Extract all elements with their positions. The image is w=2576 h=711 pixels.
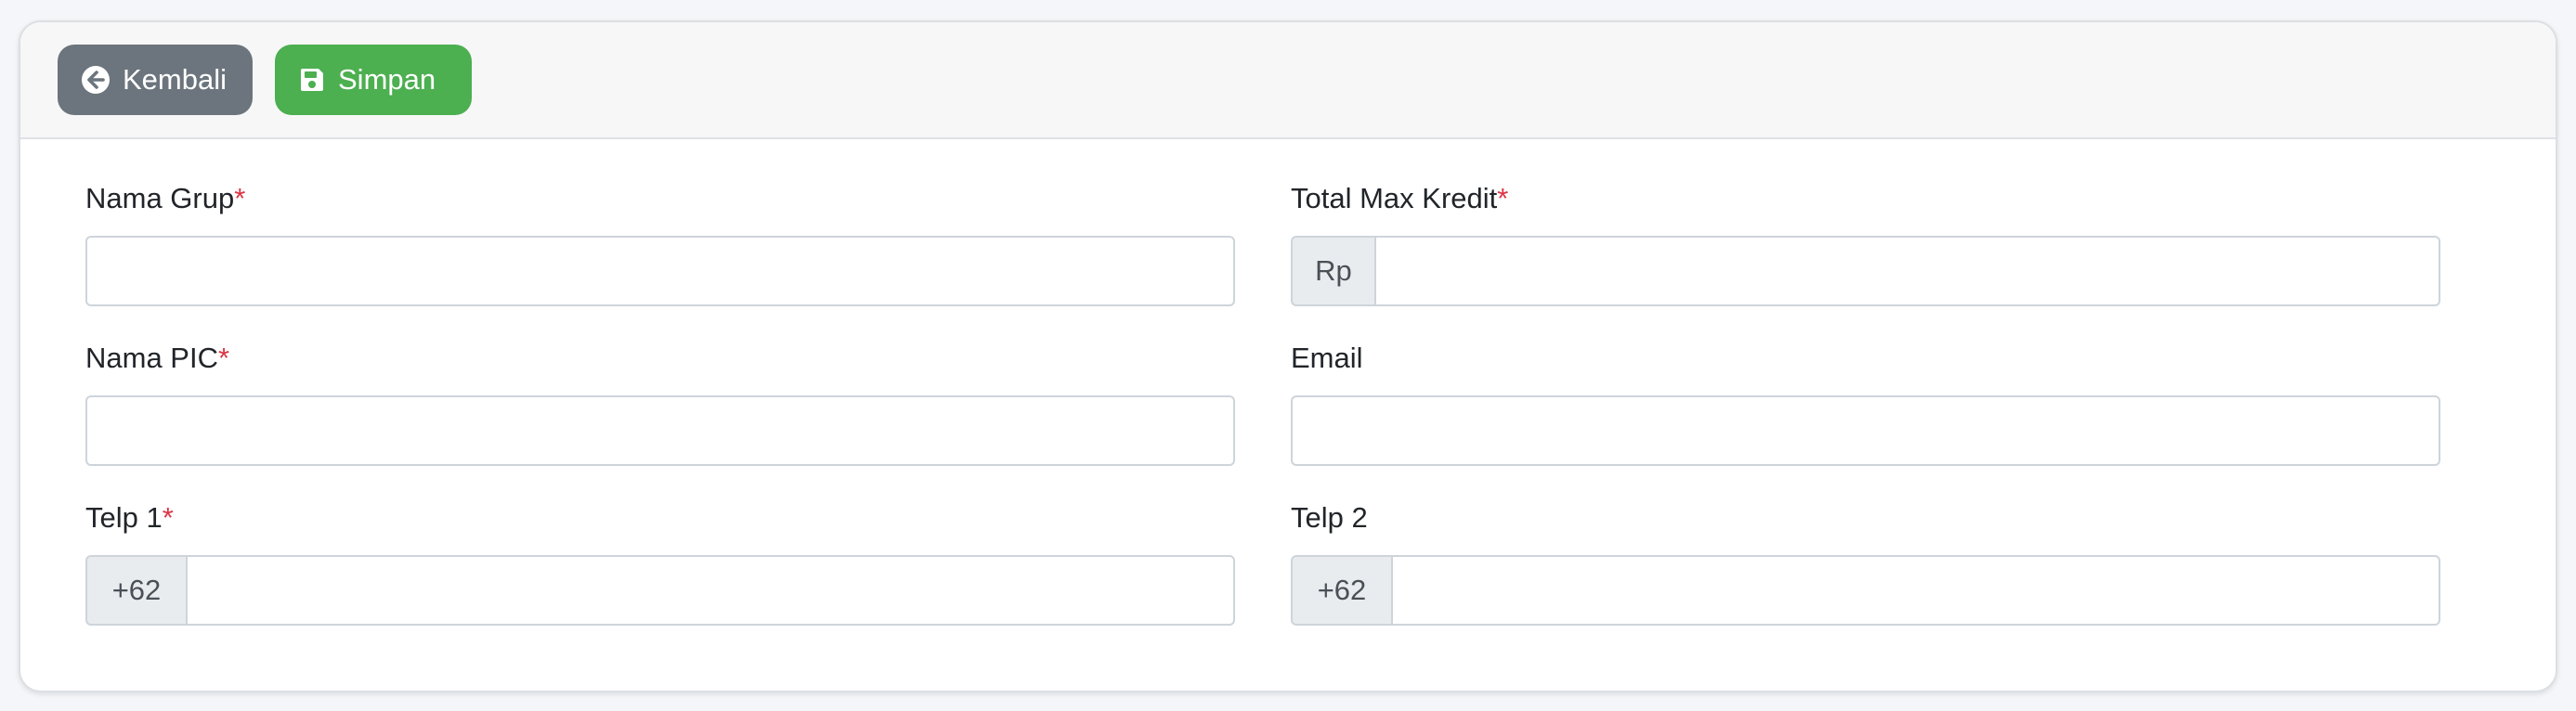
- email-input[interactable]: [1291, 395, 2440, 466]
- nama-grup-label-text: Nama Grup: [85, 182, 235, 214]
- total-max-kredit-label-text: Total Max Kredit: [1291, 182, 1498, 214]
- phone-prefix: +62: [85, 555, 186, 626]
- back-button-label: Kembali: [123, 63, 227, 96]
- telp1-label: Telp 1*: [85, 501, 174, 535]
- required-mark: *: [234, 182, 246, 214]
- telp2-group: +62: [1291, 555, 2440, 626]
- nama-pic-label: Nama PIC*: [85, 342, 229, 375]
- back-button[interactable]: Kembali: [58, 45, 253, 115]
- form-card: Kembali Simpan Nama Grup* Total Max Kred…: [19, 20, 2557, 692]
- email-label: Email: [1291, 342, 1363, 374]
- arrow-circle-left-icon: [82, 66, 110, 94]
- nama-pic-label-text: Nama PIC: [85, 342, 218, 374]
- required-mark: *: [162, 501, 174, 534]
- save-button[interactable]: Simpan: [275, 45, 472, 115]
- total-max-kredit-group: Rp: [1291, 236, 2440, 306]
- nama-grup-label: Nama Grup*: [85, 182, 245, 215]
- telp1-input[interactable]: [186, 555, 1235, 626]
- required-mark: *: [1497, 182, 1509, 214]
- nama-pic-input[interactable]: [85, 395, 1235, 466]
- total-max-kredit-input[interactable]: [1374, 236, 2440, 306]
- telp2-input[interactable]: [1391, 555, 2440, 626]
- nama-grup-input[interactable]: [85, 236, 1235, 306]
- telp1-group: +62: [85, 555, 1235, 626]
- telp2-label: Telp 2: [1291, 501, 1368, 534]
- floppy-disk-icon: [299, 67, 325, 93]
- save-button-label: Simpan: [338, 63, 436, 96]
- card-header: Kembali Simpan: [20, 22, 2556, 139]
- currency-prefix: Rp: [1291, 236, 1374, 306]
- required-mark: *: [217, 342, 230, 374]
- telp1-label-text: Telp 1: [85, 501, 163, 534]
- total-max-kredit-label: Total Max Kredit*: [1291, 182, 1508, 215]
- phone-prefix: +62: [1291, 555, 1391, 626]
